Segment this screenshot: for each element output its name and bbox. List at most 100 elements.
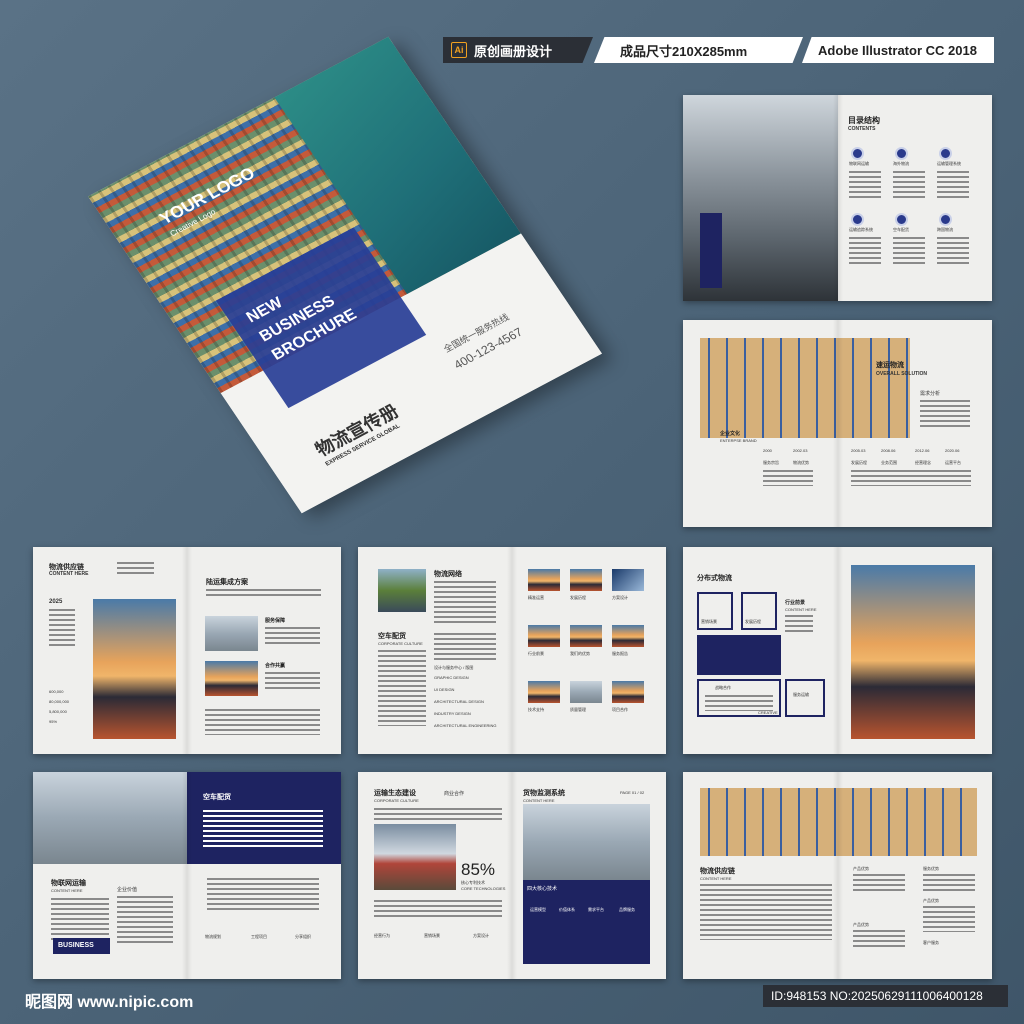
network-line-1: 设计与服务中心 / 版图 bbox=[434, 665, 474, 670]
tech-3: 需求平台 bbox=[588, 907, 604, 912]
contents-icon-6 bbox=[939, 213, 952, 226]
shelving-photo bbox=[700, 788, 977, 856]
supply-sub: CONTENT HERE bbox=[49, 571, 89, 577]
distributed-title: 分布式物流 bbox=[697, 575, 732, 582]
grid-label-6: 服务报告 bbox=[612, 651, 628, 656]
brochure-cover: YOUR LOGO Creative Logo NEW BUSINESS BRO… bbox=[88, 36, 602, 514]
industry-sub: CONTENT HERE bbox=[785, 607, 817, 612]
supply-year: 2025 bbox=[49, 599, 63, 605]
illustrator-icon: Ai bbox=[451, 42, 467, 58]
iot-value: 企业价值 bbox=[117, 887, 138, 893]
truck-side-bar bbox=[700, 213, 722, 288]
contents-item-2: 海外物流 bbox=[893, 161, 909, 166]
stat-4: 95% bbox=[49, 719, 58, 724]
land-solution-title: 陆运集成方案 bbox=[206, 579, 248, 586]
year-6: 2020.06 bbox=[945, 448, 960, 453]
need-analysis: 需求分析 bbox=[920, 391, 941, 397]
grid-photo-3 bbox=[612, 569, 644, 591]
adv-1: 产品优势 bbox=[853, 866, 869, 871]
contents-item-1: 物联网运输 bbox=[849, 161, 869, 166]
spread-distributed: 分布式物流 营销场景 发展历程 行业前景 CONTENT HERE 战略合作 服… bbox=[683, 547, 992, 754]
train-photo bbox=[378, 569, 426, 612]
watermark-site: 昵图网 www.nipic.com bbox=[25, 994, 194, 1011]
iot-sub: CONTENT HERE bbox=[51, 888, 83, 893]
grid-label-1: 精准运营 bbox=[528, 595, 544, 600]
monitor-title: 货物监测系统 bbox=[523, 790, 565, 797]
contents-icon-2 bbox=[895, 147, 908, 160]
grid-photo-6 bbox=[612, 625, 644, 647]
stat-1: 600,000 bbox=[49, 689, 64, 694]
grid-label-9: 项目合作 bbox=[612, 707, 628, 712]
spread-iot: 空车配货 物联网运输 CONTENT HERE 企业价值 BUSINESS 物流… bbox=[33, 772, 341, 979]
box-history-label: 发展历程 bbox=[745, 619, 761, 624]
robot-warehouse-photo bbox=[33, 772, 187, 864]
tech-panel bbox=[523, 880, 650, 964]
grid-photo-7 bbox=[528, 681, 560, 703]
stat-3: 5,800,000 bbox=[49, 709, 67, 714]
year-1: 2000 bbox=[763, 448, 772, 453]
grid-photo-4 bbox=[528, 625, 560, 647]
timeline-label-4: 业务范围 bbox=[881, 460, 897, 465]
grid-label-7: 技术支持 bbox=[528, 707, 544, 712]
percent-en: CORE TECHNOLOGIES bbox=[461, 886, 506, 891]
bottom-label-2: 营销场景 bbox=[424, 933, 440, 938]
tech-2: 价值体系 bbox=[559, 907, 575, 912]
monitor-sub: CONTENT HERE bbox=[523, 798, 555, 803]
format-badge: Ai 原创画册设计 bbox=[443, 37, 593, 63]
empty-car-sub: CORPORATE CULTURE bbox=[378, 641, 423, 646]
grid-photo-1 bbox=[528, 569, 560, 591]
monitor-warehouse-photo bbox=[523, 804, 650, 880]
contents-sub: CONTENTS bbox=[848, 126, 876, 132]
icon-label-1: 物流规划 bbox=[205, 934, 221, 939]
service-guarantee: 服务保障 bbox=[265, 618, 286, 624]
network-line-2: GRAPHIC DESIGN bbox=[434, 675, 469, 680]
empty-car-panel-title: 空车配货 bbox=[203, 794, 231, 801]
stat-2: 80,000,000 bbox=[49, 699, 70, 704]
ship-photo bbox=[205, 661, 258, 696]
timeline-label-5: 经营理念 bbox=[915, 460, 931, 465]
network-title: 物流网络 bbox=[434, 571, 462, 578]
adv-4: 产品优势 bbox=[923, 898, 939, 903]
industry-prospect: 行业前景 bbox=[785, 600, 806, 606]
page: { "badges":{"b1":"原创画册设计","b2":"成品尺寸210X… bbox=[0, 0, 1024, 1024]
adv-5: 客户服务 bbox=[923, 940, 939, 945]
box-transport bbox=[785, 679, 825, 717]
grid-photo-9 bbox=[612, 681, 644, 703]
contents-item-5: 空车配货 bbox=[893, 227, 909, 232]
spread-network: 物流网络 空车配货 CORPORATE CULTURE 设计与服务中心 / 版图… bbox=[358, 547, 666, 754]
eco-sub: CORPORATE CULTURE bbox=[374, 798, 419, 803]
grid-photo-8 bbox=[570, 681, 602, 703]
culture-en: ENTERPSE BRAND bbox=[720, 438, 757, 443]
spread-contents: 目录结构 CONTENTS 物联网运输 海外物流 运输管理系统 运输追踪系统 空… bbox=[683, 95, 992, 301]
solution-title: 速运物流 bbox=[876, 362, 904, 369]
contents-icon-4 bbox=[851, 213, 864, 226]
solution-sub: OVERALL SOLUTION bbox=[876, 371, 928, 377]
grid-label-5: 我们的优势 bbox=[570, 651, 590, 656]
tech-1: 运营模型 bbox=[530, 907, 546, 912]
contents-icon-5 bbox=[895, 213, 908, 226]
timeline-label-2: 物流优势 bbox=[793, 460, 809, 465]
creative-label: CREATIVE bbox=[758, 710, 778, 715]
network-line-6: ARCHITECTURAL ENGINEERING bbox=[434, 723, 497, 728]
year-5: 2012.06 bbox=[915, 448, 930, 453]
bullet-train-photo bbox=[374, 824, 456, 890]
contents-item-3: 运输管理系统 bbox=[937, 161, 961, 166]
contents-title: 目录结构 bbox=[848, 116, 880, 125]
grid-label-3: 方案设计 bbox=[612, 595, 628, 600]
tech-4: 品牌服务 bbox=[619, 907, 635, 912]
percent-85: 85% bbox=[461, 860, 496, 879]
bottom-label-3: 方案设计 bbox=[473, 933, 489, 938]
box-strategy-label: 战略合作 bbox=[715, 685, 731, 690]
year-3: 2005.03 bbox=[851, 448, 866, 453]
box-transport-label: 服务运输 bbox=[793, 692, 809, 697]
business-label: BUSINESS bbox=[58, 942, 94, 949]
grid-photo-5 bbox=[570, 625, 602, 647]
adv-3: 产品优势 bbox=[853, 922, 869, 927]
spread-supply-chain-2: 物流供应链 CONTENT HERE 产品优势 服务优势 产品优势 产品优势 客… bbox=[683, 772, 992, 979]
warehouse-forklift-photo bbox=[700, 338, 910, 438]
format-badge-label: 原创画册设计 bbox=[474, 43, 553, 59]
empty-car-title: 空车配货 bbox=[378, 633, 406, 640]
culture-label: 企业文化 bbox=[720, 431, 741, 437]
spread-solution: 速运物流 OVERALL SOLUTION 需求分析 企业文化 ENTERPSE… bbox=[683, 320, 992, 527]
watermark-id: ID:948153 NO:20250629111006400128 bbox=[763, 985, 1008, 1007]
